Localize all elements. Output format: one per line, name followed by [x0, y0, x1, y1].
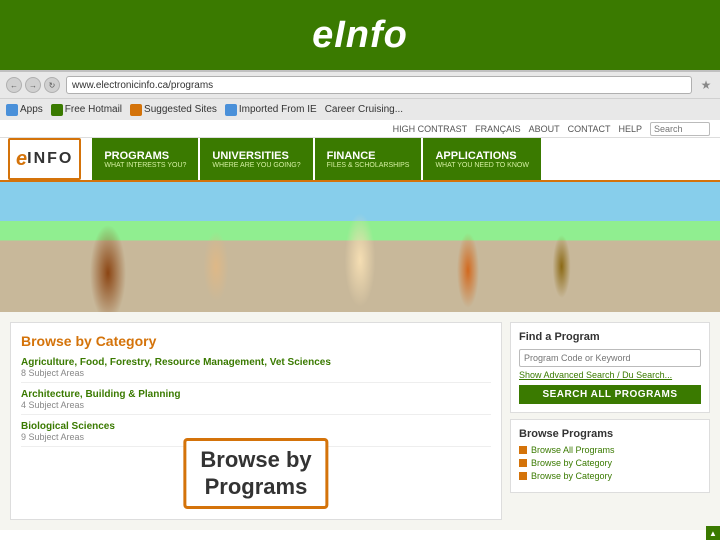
category-agriculture-sub: 8 Subject Areas — [21, 368, 491, 378]
francais-link[interactable]: FRANÇAIS — [475, 124, 521, 134]
bookmark-apps-label: Apps — [20, 104, 43, 115]
browse-all-programs-link[interactable]: Browse All Programs — [519, 445, 701, 455]
imported-icon — [225, 104, 237, 116]
refresh-button[interactable]: ↻ — [44, 77, 60, 93]
category-item-architecture[interactable]: Architecture, Building & Planning 4 Subj… — [21, 389, 491, 415]
bookmark-hotmail[interactable]: Free Hotmail — [51, 104, 122, 116]
bookmark-suggested[interactable]: Suggested Sites — [130, 104, 217, 116]
bookmark-career-label: Career Cruising... — [325, 104, 403, 115]
forward-button[interactable]: → — [25, 77, 41, 93]
site-header: eInfo — [0, 0, 720, 70]
program-keyword-input[interactable] — [519, 349, 701, 367]
content-area: Browse by Category Agriculture, Food, Fo… — [0, 312, 720, 530]
nav-universities-sub: WHERE ARE YOU GOING? — [212, 162, 300, 169]
about-link[interactable]: ABOUT — [529, 124, 560, 134]
category-architecture-sub: 4 Subject Areas — [21, 400, 491, 410]
nav-applications[interactable]: APPLICATIONS WHAT YOU NEED TO KNOW — [423, 138, 540, 180]
nav-applications-sub: WHAT YOU NEED TO KNOW — [435, 162, 528, 169]
scroll-to-top-button[interactable]: ▲ — [706, 526, 720, 530]
browse-by-category-label-2: Browse by Category — [531, 471, 612, 481]
bookmark-suggested-label: Suggested Sites — [144, 104, 217, 115]
browse-by-category-title: Browse by Category — [21, 333, 491, 349]
search-all-programs-button[interactable]: SEARCH ALL PROGRAMS — [519, 385, 701, 404]
hero-image — [0, 182, 720, 312]
bookmark-career[interactable]: Career Cruising... — [325, 104, 403, 115]
nav-applications-label: APPLICATIONS — [435, 150, 528, 162]
hero-people-graphic — [0, 182, 720, 312]
url-text: www.electronicinfo.ca/programs — [72, 80, 213, 91]
nav-universities-label: UNIVERSITIES — [212, 150, 300, 162]
suggested-icon — [130, 104, 142, 116]
browse-by-category-label: Browse by Category — [531, 458, 612, 468]
help-link[interactable]: HELP — [618, 124, 642, 134]
browse-by-programs-highlight[interactable]: Browse by Programs — [183, 438, 328, 509]
nav-universities[interactable]: UNIVERSITIES WHERE ARE YOU GOING? — [200, 138, 312, 180]
site-title: eInfo — [312, 14, 408, 57]
utility-search-input[interactable] — [650, 122, 710, 136]
nav-programs[interactable]: PROGRAMS WHAT INTERESTS YOU? — [92, 138, 198, 180]
browse-programs-title: Browse Programs — [519, 428, 701, 440]
logo-info: INFO — [27, 150, 73, 168]
utility-bar: HIGH CONTRAST FRANÇAIS ABOUT CONTACT HEL… — [0, 120, 720, 138]
bookmark-star-icon[interactable]: ★ — [698, 77, 714, 93]
bookmark-hotmail-label: Free Hotmail — [65, 104, 122, 115]
nav-finance-label: FINANCE — [327, 150, 410, 162]
hotmail-icon — [51, 104, 63, 116]
high-contrast-link[interactable]: HIGH CONTRAST — [393, 124, 468, 134]
browse-programs-box: Browse Programs Browse All Programs Brow… — [510, 419, 710, 493]
main-nav: e INFO PROGRAMS WHAT INTERESTS YOU? UNIV… — [0, 138, 720, 182]
category-architecture-title: Architecture, Building & Planning — [21, 389, 491, 400]
nav-finance[interactable]: FINANCE FILES & SCHOLARSHIPS — [315, 138, 422, 180]
browse-dot-1 — [519, 446, 527, 454]
find-program-box: Find a Program Show Advanced Search / Du… — [510, 322, 710, 413]
browse-by-category-link-2[interactable]: Browse by Category — [519, 471, 701, 481]
nav-finance-sub: FILES & SCHOLARSHIPS — [327, 162, 410, 169]
address-bar[interactable]: www.electronicinfo.ca/programs — [66, 76, 692, 94]
category-agriculture-title: Agriculture, Food, Forestry, Resource Ma… — [21, 357, 491, 368]
einfo-website: HIGH CONTRAST FRANÇAIS ABOUT CONTACT HEL… — [0, 120, 720, 530]
bookmarks-bar: Apps Free Hotmail Suggested Sites Import… — [0, 98, 720, 120]
highlight-line1: Browse by — [200, 447, 311, 473]
advanced-search-link[interactable]: Show Advanced Search / Du Search... — [519, 370, 701, 380]
bookmark-apps[interactable]: Apps — [6, 104, 43, 116]
browse-dot-2 — [519, 459, 527, 467]
find-program-title: Find a Program — [519, 331, 701, 343]
browse-by-category-link[interactable]: Browse by Category — [519, 458, 701, 468]
nav-programs-label: PROGRAMS — [104, 150, 186, 162]
nav-programs-sub: WHAT INTERESTS YOU? — [104, 162, 186, 169]
contact-link[interactable]: CONTACT — [568, 124, 611, 134]
category-item-agriculture[interactable]: Agriculture, Food, Forestry, Resource Ma… — [21, 357, 491, 383]
category-biological-title: Biological Sciences — [21, 421, 491, 432]
right-panel: Find a Program Show Advanced Search / Du… — [510, 322, 710, 520]
logo-e: e — [16, 148, 27, 171]
browse-all-label: Browse All Programs — [531, 445, 615, 455]
browser-nav-buttons: ← → ↻ — [6, 77, 60, 93]
browse-dot-3 — [519, 472, 527, 480]
bookmark-imported[interactable]: Imported From IE — [225, 104, 317, 116]
nav-items: PROGRAMS WHAT INTERESTS YOU? UNIVERSITIE… — [91, 138, 542, 180]
highlight-line2: Programs — [200, 474, 311, 500]
apps-icon — [6, 104, 18, 116]
left-panel: Browse by Category Agriculture, Food, Fo… — [10, 322, 502, 520]
einfo-logo[interactable]: e INFO — [8, 138, 81, 180]
browser-chrome: ← → ↻ www.electronicinfo.ca/programs ★ — [0, 70, 720, 98]
bookmark-imported-label: Imported From IE — [239, 104, 317, 115]
back-button[interactable]: ← — [6, 77, 22, 93]
